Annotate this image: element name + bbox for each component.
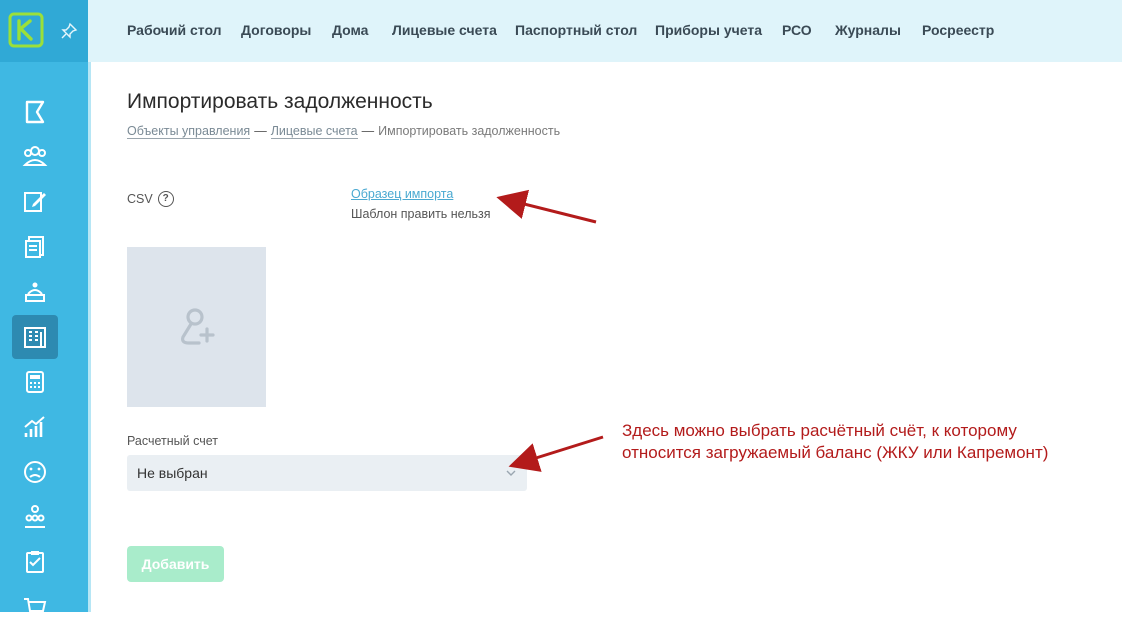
sidebar-item-team[interactable] <box>12 495 58 539</box>
logo-area <box>0 0 88 62</box>
account-select-value: Не выбран <box>137 465 208 481</box>
sidebar-item-buildings[interactable] <box>12 315 58 359</box>
breadcrumb-separator: — <box>361 124 375 138</box>
chevron-down-icon <box>506 470 516 476</box>
sidebar-item-flag[interactable] <box>12 90 58 134</box>
sample-note: Шаблон править нельзя <box>351 207 491 221</box>
account-select[interactable]: Не выбран <box>127 455 527 491</box>
sidebar-item-complaints[interactable] <box>12 450 58 494</box>
annotation-arrow-account <box>508 435 604 472</box>
csv-label: CSV <box>127 192 153 206</box>
nav-item-passport-office[interactable]: Паспортный стол <box>515 22 637 38</box>
add-user-icon <box>180 308 215 345</box>
sidebar-item-checklist[interactable] <box>12 540 58 584</box>
flag-icon <box>25 100 45 124</box>
annotation-line-2: относится загружаемый баланс (ЖКУ или Ка… <box>622 443 1049 462</box>
nav-item-dashboard[interactable]: Рабочий стол <box>127 22 222 38</box>
annotation-line-1: Здесь можно выбрать расчётный счёт, к ко… <box>622 421 1017 440</box>
account-label: Расчетный счет <box>127 434 218 448</box>
csv-label-row: CSV ? <box>127 191 174 207</box>
chart-icon <box>24 416 45 437</box>
users-icon <box>22 146 48 166</box>
annotation-text: Здесь можно выбрать расчётный счёт, к ко… <box>622 420 1122 464</box>
documents-icon <box>25 236 44 258</box>
sample-import-link[interactable]: Образец импорта <box>351 187 453 201</box>
nav-item-meters[interactable]: Приборы учета <box>655 22 762 38</box>
checklist-icon <box>26 551 44 573</box>
page-title: Импортировать задолженность <box>127 90 433 113</box>
breadcrumb-separator: — <box>254 124 267 138</box>
pin-icon[interactable] <box>60 22 78 40</box>
nav-item-journals[interactable]: Журналы <box>835 22 901 38</box>
nav-item-rso[interactable]: РСО <box>782 22 812 38</box>
nav-item-contracts[interactable]: Договоры <box>241 22 311 38</box>
breadcrumb-current: Импортировать задолженность <box>378 124 561 138</box>
sidebar-item-reception[interactable] <box>12 270 58 314</box>
edit-icon <box>24 192 46 212</box>
cart-icon <box>24 598 47 612</box>
building-icon <box>24 327 46 348</box>
nav-item-rosreestr[interactable]: Росреестр <box>922 22 994 38</box>
top-navigation: Рабочий стол Договоры Дома Лицевые счета… <box>88 0 1122 62</box>
sidebar-item-documents[interactable] <box>12 225 58 269</box>
team-icon <box>25 505 45 528</box>
nav-item-accounts[interactable]: Лицевые счета <box>392 22 497 38</box>
breadcrumb: Объекты управления — Лицевые счета — Импорти… <box>127 124 561 139</box>
calculator-icon <box>26 371 44 393</box>
sad-face-icon <box>24 461 46 483</box>
reception-icon <box>25 282 45 302</box>
sidebar-item-edit[interactable] <box>12 180 58 224</box>
file-upload-area[interactable] <box>127 247 266 407</box>
breadcrumb-link-objects[interactable]: Объекты управления <box>127 124 251 139</box>
breadcrumb-link-accounts[interactable]: Лицевые счета <box>270 124 358 139</box>
logo-icon[interactable] <box>8 12 44 48</box>
nav-item-houses[interactable]: Дома <box>332 22 368 38</box>
sidebar-item-analytics[interactable] <box>12 405 58 449</box>
sidebar-item-calculator[interactable] <box>12 360 58 404</box>
help-icon[interactable]: ? <box>157 191 174 207</box>
sidebar-item-users[interactable] <box>12 135 58 179</box>
sidebar-edge <box>88 60 91 612</box>
sidebar-item-cart[interactable] <box>12 585 58 629</box>
annotation-arrow-sample <box>496 189 597 224</box>
add-button[interactable]: Добавить <box>127 546 224 582</box>
